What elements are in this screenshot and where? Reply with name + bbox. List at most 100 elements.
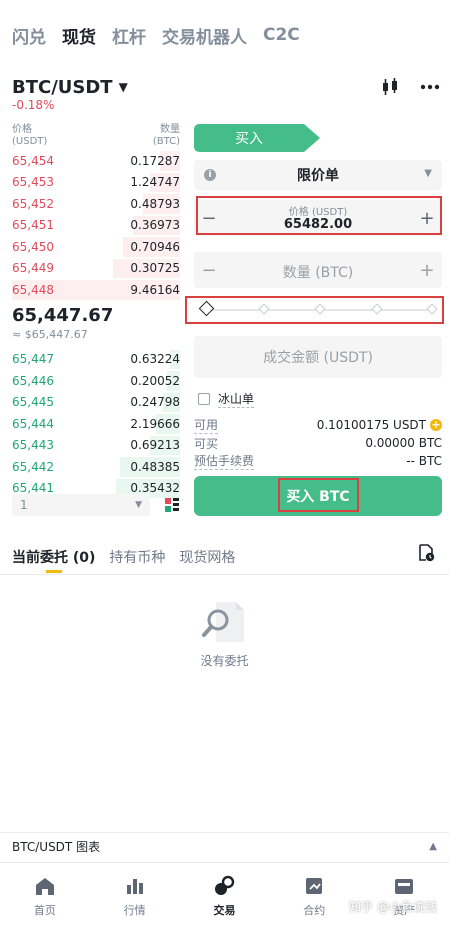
futures-icon [306,878,323,894]
book-layout-icon[interactable] [164,497,180,513]
bottom-nav: 首页 行情 交易 合约 资产 [0,862,449,929]
ask-row[interactable]: 65,453 1.24747 [12,172,180,194]
nav-assets[interactable]: 资产 [359,863,449,929]
ask-row[interactable]: 65,454 0.17287 [12,150,180,172]
tab-margin[interactable]: 杠杆 [112,23,146,48]
more-icon[interactable] [419,76,441,98]
ask-qty: 1.24747 [130,175,180,190]
top-tabs: 闪兑 现货 杠杆 交易机器人 C2C [0,0,449,70]
nav-markets-label: 行情 [123,904,146,917]
sell-tab[interactable]: 卖出 [310,124,442,152]
empty-state-text: 没有委托 [200,654,249,668]
bar-chart-icon [126,879,143,894]
ask-price: 65,449 [12,261,54,276]
precision-value: 1 [20,498,28,512]
pair-name: BTC/USDT [12,76,113,98]
order-history-icon[interactable] [417,544,435,562]
bid-qty: 0.35432 [130,481,180,496]
chart-toggle-bar[interactable]: BTC/USDT 图表 ▲ [0,832,449,860]
ask-list: 65,454 0.17287 65,453 1.24747 65,452 0.48793 6… [12,150,180,301]
nav-markets[interactable]: 行情 [90,863,180,929]
tab-spot-grid[interactable]: 现货网格 [179,547,235,567]
order-type-value: 限价单 [297,168,339,184]
bid-row[interactable]: 65,447 0.63224 [12,349,180,371]
quantity-increase-button[interactable]: + [414,252,440,288]
can-buy-row: 可买 0.00000 BTC [194,434,442,452]
ask-price: 65,453 [12,175,54,190]
available-row: 可用 0.10100175 USDT + [194,416,442,434]
bid-row[interactable]: 65,442 0.48385 [12,456,180,478]
order-type-select[interactable]: i 限价单 ▼ [194,160,442,190]
bid-row[interactable]: 65,446 0.20052 [12,370,180,392]
side-toggle: 买入 卖出 [194,124,442,152]
highlight-slider [185,296,444,324]
pair-actions [379,76,441,98]
bid-qty: 0.48385 [130,459,180,474]
bid-row[interactable]: 65,443 0.69213 [12,435,180,457]
ask-price: 65,450 [12,239,54,254]
order-book-footer: 1 ▼ [12,493,180,517]
candlestick-icon[interactable] [379,76,401,98]
caret-down-icon: ▼ [118,80,128,94]
ask-qty: 0.48793 [130,196,180,211]
bid-price: 65,441 [12,481,54,496]
available-label: 可用 [194,418,219,434]
ask-row[interactable]: 65,452 0.48793 [12,193,180,215]
tab-convert[interactable]: 闪兑 [12,23,46,48]
bid-qty: 0.24798 [130,395,180,410]
quantity-input[interactable]: − 数量 (BTC) + [194,252,442,288]
can-buy-label: 可买 [194,436,219,451]
qty-header: 数量 [160,124,180,135]
precision-select[interactable]: 1 ▼ [12,494,150,516]
last-price: 65,447.67 [12,304,114,326]
home-icon [35,878,54,895]
caret-down-icon: ▼ [424,168,432,179]
trade-icon [215,875,235,895]
tab-holdings[interactable]: 持有币种 [109,547,165,567]
pair-selector[interactable]: BTC/USDT ▼ [12,75,442,99]
nav-futures[interactable]: 合约 [269,863,359,929]
mid-price-block[interactable]: 65,447.67 ≈ $65,447.67 [12,301,180,349]
caret-down-icon: ▼ [135,500,142,510]
nav-futures-label: 合约 [303,904,326,917]
ask-qty: 0.30725 [130,261,180,276]
tab-spot[interactable]: 现货 [62,23,96,48]
bid-row[interactable]: 65,444 2.19666 [12,413,180,435]
ask-price: 65,452 [12,196,54,211]
iceberg-checkbox[interactable] [198,393,210,405]
total-input[interactable]: 成交金额 (USDT) [194,336,442,378]
tab-open-orders[interactable]: 当前委托 (0) [12,547,95,567]
trade-form: 买入 卖出 i 限价单 ▼ − 价格 (USDT) 65482.00 + − 数… [194,124,442,524]
bid-qty: 2.19666 [130,416,180,431]
iceberg-label: 冰山单 [218,392,255,408]
ask-price: 65,454 [12,153,54,168]
iceberg-option[interactable]: 冰山单 [198,390,255,408]
total-placeholder: 成交金额 (USDT) [263,350,373,366]
add-funds-icon[interactable]: + [430,419,442,431]
nav-trade[interactable]: 交易 [180,863,270,929]
ask-row[interactable]: 65,451 0.36973 [12,215,180,237]
nav-trade-label: 交易 [213,904,236,917]
wallet-icon [395,879,414,894]
fee-value: -- BTC [406,454,442,468]
bid-price: 65,444 [12,416,54,431]
fee-row: 预估手续费 -- BTC [194,452,442,470]
tab-c2c[interactable]: C2C [263,25,300,45]
bid-price: 65,447 [12,352,54,367]
ask-price: 65,448 [12,282,54,297]
nav-home-label: 首页 [33,904,56,917]
qty-header-unit: (BTC) [152,136,180,147]
buy-tab[interactable]: 买入 [194,124,320,152]
ask-row[interactable]: 65,449 0.30725 [12,258,180,280]
info-icon[interactable]: i [204,169,216,181]
ask-row[interactable]: 65,450 0.70946 [12,236,180,258]
balance-info: 可用 0.10100175 USDT + 可买 0.00000 BTC 预估手续费… [194,416,442,470]
bid-row[interactable]: 65,445 0.24798 [12,392,180,414]
bid-qty: 0.69213 [130,438,180,453]
bid-price: 65,442 [12,459,54,474]
quantity-placeholder: 数量 (BTC) [282,265,354,281]
tab-trading-bots[interactable]: 交易机器人 [162,23,247,48]
pair-change: -0.18% [12,98,55,112]
nav-home[interactable]: 首页 [0,863,90,929]
ask-row[interactable]: 65,448 9.46164 [12,279,180,301]
